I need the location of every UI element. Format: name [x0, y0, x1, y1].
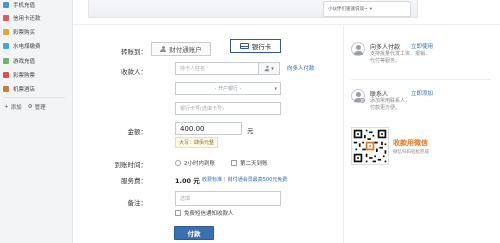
sidebar-item-label: 手机充值: [13, 2, 36, 9]
person-icon: [160, 45, 167, 53]
fee-link-separator: |: [224, 177, 226, 183]
arrival-time-label: 到账时间：: [114, 161, 148, 169]
top-banner: 小伙伴们速速说谈~ ▾: [88, 0, 418, 18]
checkbox-icon: [231, 160, 237, 166]
chevron-down-icon: ▾: [271, 65, 274, 72]
transfer-to-label: 转账到：: [121, 48, 147, 56]
amount-in-words: 大写：肆佰元整: [175, 137, 219, 148]
checkbox-icon: [175, 210, 181, 216]
manage-button[interactable]: ⚙ 管理: [28, 103, 46, 111]
sidebar-item-flights-hotels[interactable]: 机票酒店: [3, 84, 35, 93]
amount-label: 金额：: [127, 128, 148, 136]
tab-card-label: 银行卡: [251, 43, 272, 51]
amount-value: 400.00: [180, 124, 205, 133]
add-label: 添加: [10, 105, 22, 111]
multi-payee-desc-2: 代付等服务。: [370, 58, 401, 64]
sidebar-item-lottery[interactable]: 彩票购买: [3, 27, 35, 36]
ticket-icon: [3, 71, 9, 78]
card-number-input[interactable]: 银行卡号(选填卡号): [175, 102, 281, 115]
sidebar-item-label: 信用卡还款: [13, 15, 41, 22]
sidebar-item-label: 彩票购票: [13, 72, 36, 79]
sms-notify-label: 免费短信通知收款人: [184, 211, 234, 217]
note-placeholder: 选填: [180, 196, 191, 202]
bank-select-value: - 开户银行 -: [214, 86, 242, 92]
notice-text: 小伙伴们速速说谈~: [328, 7, 368, 12]
right-divider: [351, 79, 491, 80]
right-panel: 向多人付款 立即使用 支持批量代发工资、报销、 代付等服务。 + 联系人 立即添…: [343, 25, 500, 243]
card-number-placeholder: 银行卡号(选填卡号): [180, 106, 224, 112]
sidebar-item-label: 机票酒店: [13, 86, 36, 93]
add-contact-icon: +: [360, 98, 365, 103]
sidebar-item-game[interactable]: 游戏充值: [3, 56, 35, 65]
sms-notify-checkbox[interactable]: 免费短信通知收款人: [175, 209, 234, 217]
manage-label: 管理: [34, 105, 46, 111]
sidebar-item-label: 彩票购买: [13, 29, 36, 36]
payee-placeholder: 持卡人姓名: [180, 66, 206, 72]
sidebar-item-lottery-ticket[interactable]: 彩票购票: [3, 70, 35, 79]
contacts-desc-2: 付款更方便。: [370, 105, 401, 111]
sidebar-item-utilities[interactable]: 水电煤缴费: [3, 41, 41, 50]
multi-payee-block: 向多人付款 立即使用 支持批量代发工资、报销、 代付等服务。: [351, 40, 495, 66]
plane-icon: [3, 85, 9, 92]
chevron-down-icon: ▾: [369, 6, 373, 12]
tab-bank-card[interactable]: 银行卡: [230, 39, 281, 53]
arrival-option-2h-label: 2小时内到账: [184, 161, 215, 167]
radio-icon: [175, 160, 181, 166]
add-contact-link[interactable]: 立即添加: [411, 89, 433, 97]
utilities-icon: [3, 42, 9, 49]
payee-name-input[interactable]: 持卡人姓名: [175, 62, 259, 75]
tab-tenpay-account[interactable]: 财付通账户: [151, 42, 211, 56]
contact-icon: [264, 65, 270, 72]
qr-title: 收款用微信: [393, 139, 428, 147]
multi-payee-link[interactable]: 向多人付款: [287, 64, 315, 72]
sidebar-divider: [3, 97, 65, 98]
tab-account-label: 财付通账户: [169, 46, 202, 54]
contacts-block: + 联系人 立即添加 添加常用联系人， 付款更方便。: [351, 87, 495, 115]
fee-links: 收费标准 | 财付通会员最高500元免费: [202, 176, 287, 183]
contact-picker-button[interactable]: ▾: [259, 62, 280, 75]
amount-input[interactable]: 400.00: [175, 122, 242, 135]
arrival-option-next-day-label: 第二天到账: [240, 161, 268, 167]
bank-card-icon: [239, 43, 249, 49]
transfer-form: 转账到： 财付通账户 银行卡 收款人： 持卡人姓名 ▾ 向多人付款 - 开户银行…: [73, 25, 343, 243]
bank-select[interactable]: - 开户银行 - ▾: [175, 82, 281, 95]
group-user-icon: [351, 42, 365, 56]
qr-desc-1: 微信扫码轻松完成: [393, 150, 429, 155]
phone-icon: [3, 1, 9, 8]
gear-icon: ⚙: [27, 104, 33, 110]
sidebar-item-label: 水电煤缴费: [13, 43, 41, 50]
amount-unit: 元: [247, 127, 254, 135]
credit-card-icon: [3, 14, 9, 21]
sidebar-item-label: 游戏充值: [13, 58, 36, 65]
chevron-down-icon: ▾: [274, 85, 277, 92]
wechat-qr-code: [351, 127, 389, 165]
fee-standard-link[interactable]: 收费标准: [202, 177, 222, 183]
multi-payee-use-link[interactable]: 立即使用: [411, 42, 433, 50]
service-fee-label: 服务费：: [121, 177, 147, 185]
member-free-link[interactable]: 财付通会员最高500元免费: [228, 177, 288, 183]
pay-button[interactable]: 付款: [174, 226, 214, 240]
lottery-icon: [3, 28, 9, 35]
arrival-option-2h[interactable]: 2小时内到账: [175, 159, 215, 167]
sidebar: 手机充值 信用卡还款 彩票购买 水电煤缴费 游戏充值 彩票购票 机票酒店 + 添…: [0, 0, 73, 243]
game-icon: [3, 57, 9, 64]
note-label: 备注：: [127, 199, 148, 207]
multi-payee-desc-1: 支持批量代发工资、报销、: [370, 51, 431, 57]
note-input[interactable]: 选填: [175, 191, 281, 206]
sidebar-tools: + 添加 ⚙ 管理: [4, 103, 46, 111]
notice-box[interactable]: 小伙伴们速速说谈~ ▾: [323, 1, 411, 17]
sidebar-item-phone-recharge[interactable]: 手机充值: [3, 0, 35, 9]
payee-label: 收款人：: [121, 68, 147, 76]
contacts-desc-1: 添加常用联系人，: [370, 98, 411, 104]
service-fee-value: 1.00 元: [175, 177, 200, 185]
add-button[interactable]: + 添加: [4, 103, 22, 111]
sidebar-item-credit-card[interactable]: 信用卡还款: [3, 13, 41, 22]
arrival-option-next-day[interactable]: 第二天到账: [231, 159, 268, 167]
plus-icon: +: [4, 104, 9, 110]
